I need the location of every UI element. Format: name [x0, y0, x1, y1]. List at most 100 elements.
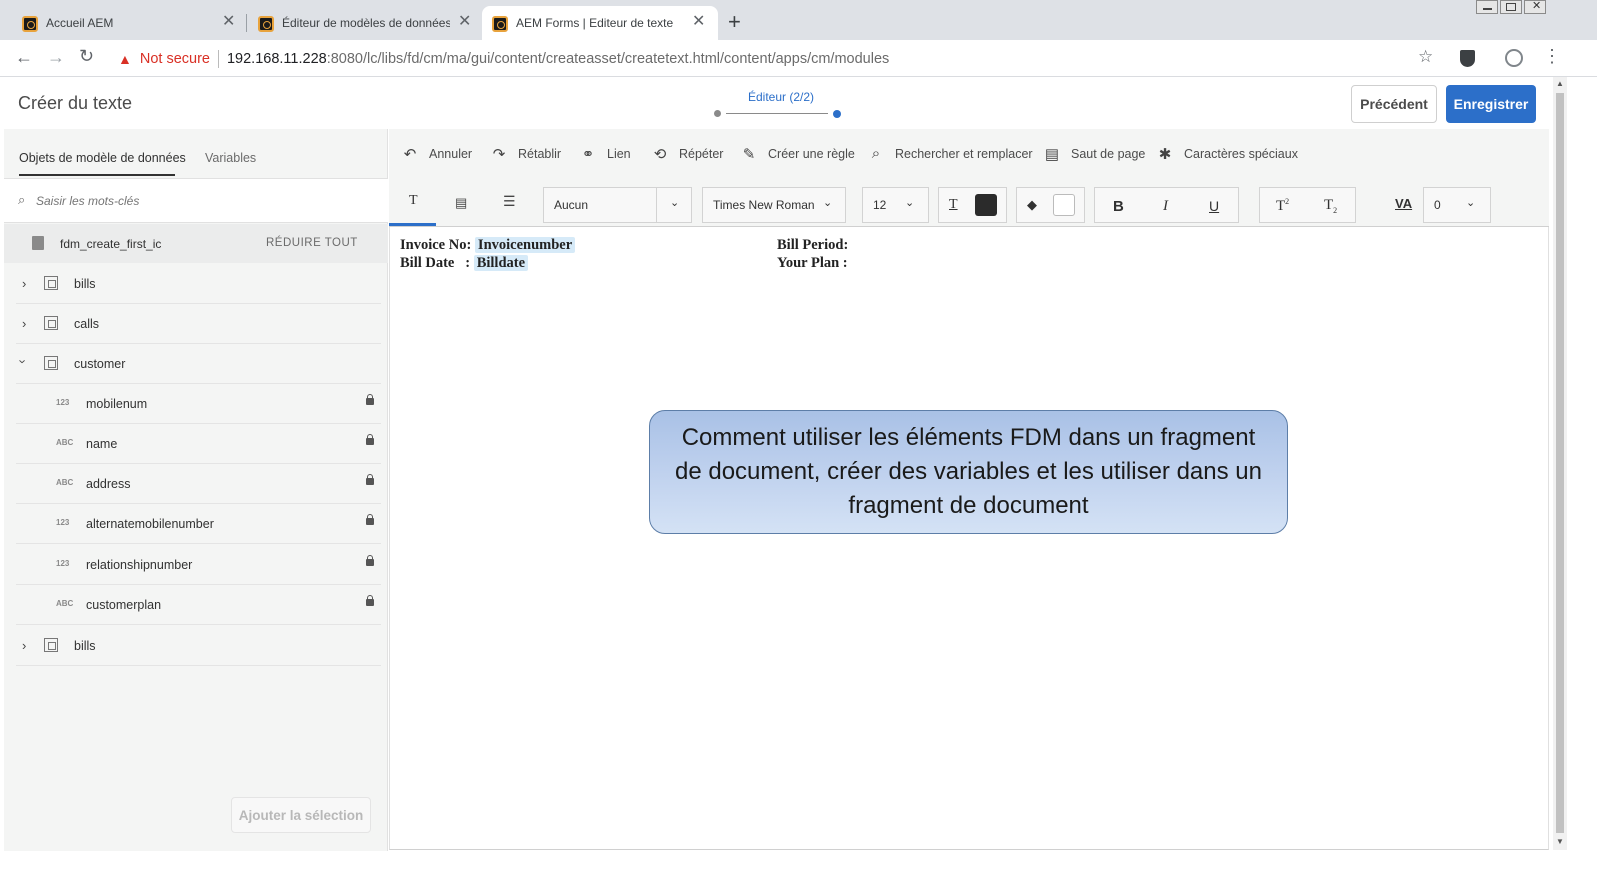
- forward-arrow-icon[interactable]: →: [47, 47, 65, 68]
- redo-icon: ↷: [492, 146, 506, 163]
- scroll-down-arrow-icon[interactable]: ▼: [1556, 837, 1564, 846]
- undo-icon: ↶: [403, 146, 417, 163]
- shield-extension-icon[interactable]: [1460, 50, 1475, 67]
- numeric-type-icon: 123: [56, 518, 70, 527]
- close-tab-icon[interactable]: ✕: [458, 14, 471, 30]
- profile-avatar-icon[interactable]: [1505, 49, 1523, 67]
- url-path: :8080/lc/libs/fd/cm/ma/gui/content/creat…: [326, 51, 890, 67]
- numeric-type-icon: 123: [56, 398, 70, 407]
- special-characters-button[interactable]: ✱ Caractères spéciaux: [1156, 145, 1298, 163]
- page-break-button[interactable]: ▤ Saut de page: [1043, 145, 1145, 163]
- tree-item-calls[interactable]: › calls: [16, 304, 381, 344]
- invoicenumber-placeholder[interactable]: Invoicenumber: [474, 237, 576, 253]
- chevron-right-icon[interactable]: ›: [22, 276, 26, 291]
- step-1-dot[interactable]: [714, 110, 721, 117]
- close-window-button[interactable]: ✕: [1524, 0, 1546, 14]
- superscript-icon[interactable]: T2: [1276, 197, 1289, 215]
- style-dropdown[interactable]: Aucun ⌄: [543, 187, 692, 223]
- tree-item-name[interactable]: ABC name: [16, 424, 381, 464]
- object-icon: [44, 276, 58, 290]
- create-rule-button[interactable]: ✎ Créer une règle: [740, 145, 855, 163]
- font-family-dropdown[interactable]: Times New Roman ⌄: [702, 187, 846, 223]
- tree-item-alternatemobilenumber[interactable]: 123 alternatemobilenumber: [16, 504, 381, 544]
- browser-menu-icon[interactable]: ⋮: [1543, 46, 1561, 67]
- character-spacing-dropdown[interactable]: 0 ⌄: [1423, 187, 1491, 223]
- back-arrow-icon[interactable]: ←: [15, 47, 33, 68]
- browser-tab-fdm-editor[interactable]: Éditeur de modèles de données de f ✕: [236, 6, 480, 40]
- scroll-up-arrow-icon[interactable]: ▲: [1556, 79, 1564, 88]
- text-color-icon: T: [949, 197, 958, 212]
- tree-item-customerplan[interactable]: ABC customerplan: [16, 585, 381, 625]
- repeat-button[interactable]: ⟲ Répéter: [651, 145, 724, 163]
- asterisk-icon: ✱: [1158, 146, 1172, 163]
- step-2-dot[interactable]: [833, 110, 841, 118]
- app-header: Créer du texte Éditeur (2/2) Précédent E…: [0, 77, 1597, 129]
- text-format-tab[interactable]: T: [409, 193, 418, 209]
- billdate-placeholder[interactable]: Billdate: [473, 255, 529, 271]
- page-scrollbar[interactable]: ▲ ▼: [1553, 77, 1567, 850]
- text-editor-canvas[interactable]: Invoice No: Invoicenumber Bill Date : Bi…: [389, 227, 1549, 850]
- object-icon: [44, 316, 58, 330]
- tree-item-bills[interactable]: › bills: [16, 264, 381, 304]
- active-tab-indicator: [19, 174, 175, 176]
- save-button[interactable]: Enregistrer: [1446, 85, 1536, 123]
- add-selection-button[interactable]: Ajouter la sélection: [231, 797, 371, 833]
- object-icon: [44, 356, 58, 370]
- undo-button[interactable]: ↶ Annuler: [401, 145, 472, 163]
- search-box[interactable]: ⌕: [4, 178, 388, 223]
- reload-icon[interactable]: ↻: [79, 46, 94, 67]
- tab-title: Éditeur de modèles de données de f: [282, 16, 450, 30]
- url-field[interactable]: ▲ Not secure 192.168.11.228 :8080/lc/lib…: [112, 46, 1402, 72]
- subscript-icon[interactable]: T2: [1324, 197, 1337, 215]
- redo-button[interactable]: ↷ Rétablir: [490, 145, 561, 163]
- step-indicator: Éditeur (2/2): [714, 90, 844, 120]
- aem-favicon-icon: [258, 16, 274, 32]
- aem-favicon-icon: [22, 16, 38, 32]
- aem-favicon-icon: [492, 16, 508, 32]
- minimize-window-button[interactable]: [1476, 0, 1498, 14]
- bookmark-star-icon[interactable]: ☆: [1418, 47, 1433, 67]
- tree-item-bills[interactable]: › bills: [16, 626, 381, 666]
- string-type-icon: ABC: [56, 478, 74, 487]
- font-size-dropdown[interactable]: 12 ⌄: [862, 187, 929, 223]
- tree-item-mobilenum[interactable]: 123 mobilenum: [16, 384, 381, 424]
- paragraph-format-icon[interactable]: ▤: [455, 195, 467, 211]
- search-input[interactable]: [36, 191, 366, 211]
- lock-icon: [366, 434, 374, 445]
- collapse-all-button[interactable]: RÉDUIRE TOUT: [266, 237, 358, 249]
- maximize-window-button[interactable]: [1500, 0, 1522, 14]
- tree-item-relationshipnumber[interactable]: 123 relationshipnumber: [16, 545, 381, 585]
- browser-tab-text-editor[interactable]: AEM Forms | Editeur de texte ✕: [482, 6, 718, 40]
- tree-item-address[interactable]: ABC address: [16, 464, 381, 504]
- underline-button[interactable]: U: [1209, 198, 1219, 214]
- highlight-color-picker[interactable]: ◆: [1016, 187, 1085, 223]
- text-color-swatch[interactable]: [975, 194, 997, 216]
- browser-tab-accueil[interactable]: Accueil AEM ✕: [0, 6, 244, 40]
- tab-data-model-objects[interactable]: Objets de modèle de données: [19, 151, 186, 165]
- lock-icon: [366, 474, 374, 485]
- chevron-down-icon[interactable]: ›: [16, 359, 31, 363]
- link-button[interactable]: ⚭ Lien: [579, 145, 631, 163]
- bold-button[interactable]: B: [1113, 198, 1124, 215]
- script-group: T2 T2: [1259, 187, 1356, 223]
- list-format-icon[interactable]: ☰: [503, 193, 516, 210]
- close-tab-icon[interactable]: ✕: [692, 14, 705, 30]
- chevron-right-icon[interactable]: ›: [22, 638, 26, 653]
- lock-icon: [366, 555, 374, 566]
- previous-button[interactable]: Précédent: [1351, 85, 1437, 123]
- new-tab-button[interactable]: +: [728, 10, 741, 34]
- active-tab-indicator: [389, 223, 436, 226]
- your-plan-line: Your Plan :: [777, 255, 848, 271]
- tab-variables[interactable]: Variables: [205, 151, 256, 165]
- chevron-right-icon[interactable]: ›: [22, 316, 26, 331]
- find-replace-button[interactable]: ⌕ Rechercher et remplacer: [867, 145, 1033, 162]
- text-color-picker[interactable]: T: [938, 187, 1007, 223]
- highlight-color-swatch[interactable]: [1053, 194, 1075, 216]
- model-name: fdm_create_first_ic: [60, 237, 162, 251]
- close-tab-icon[interactable]: ✕: [222, 14, 235, 30]
- italic-button[interactable]: I: [1163, 198, 1168, 215]
- object-icon: [44, 638, 58, 652]
- string-type-icon: ABC: [56, 599, 74, 608]
- tree-item-customer[interactable]: › customer: [16, 344, 381, 384]
- scrollbar-thumb[interactable]: [1556, 93, 1564, 833]
